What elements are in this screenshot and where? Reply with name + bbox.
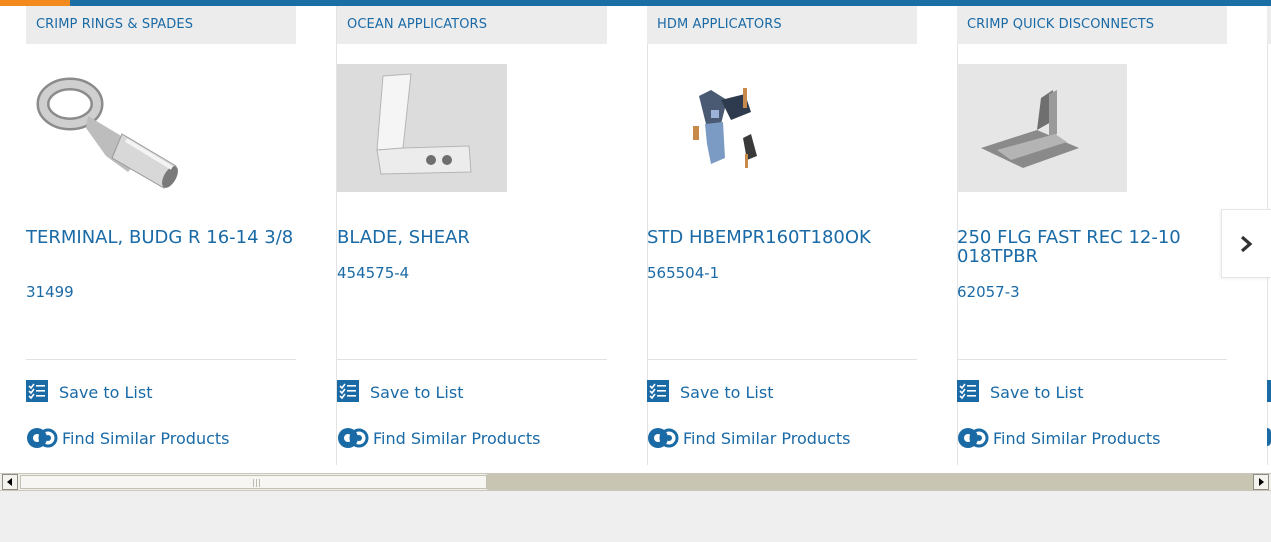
chevron-right-icon (1240, 235, 1253, 252)
divider (337, 359, 607, 360)
save-to-list-button[interactable]: Save to List (26, 380, 152, 404)
category-label-peek (1267, 6, 1271, 44)
save-to-list-button[interactable]: Save to List (647, 380, 773, 404)
category-label[interactable]: CRIMP QUICK DISCONNECTS (957, 6, 1227, 44)
gears-icon (648, 428, 679, 448)
product-card: CRIMP RINGS & SPADES TERMINAL, BUDG R 16… (26, 6, 337, 465)
save-to-list-button[interactable]: Save to List (957, 380, 1083, 404)
product-image-quick-disconnect[interactable] (957, 64, 1137, 192)
product-title[interactable]: 250 FLG FAST REC 12-10 018TPBR (957, 228, 1227, 266)
category-label[interactable]: HDM APPLICATORS (647, 6, 917, 44)
find-similar-button[interactable]: Find Similar Products (26, 426, 230, 450)
gears-icon (958, 428, 989, 448)
save-label: Save to List (990, 382, 1084, 402)
product-card: OCEAN APPLICATORS BLADE, SHEAR 454575-4 … (337, 6, 648, 465)
product-image-ring-terminal[interactable] (26, 64, 206, 192)
page-footer-area (0, 491, 1271, 542)
save-to-list-button[interactable]: Save to List (337, 380, 463, 404)
find-similar-button[interactable]: Find Similar Products (647, 426, 851, 450)
similar-label: Find Similar Products (993, 428, 1161, 448)
product-carousel: CRIMP RINGS & SPADES TERMINAL, BUDG R 16… (0, 6, 1271, 465)
find-similar-button[interactable]: Find Similar Products (337, 426, 541, 450)
checklist-icon (647, 380, 669, 402)
product-title[interactable]: STD HBEMPR160T180OK (647, 228, 917, 247)
save-label: Save to List (59, 382, 153, 402)
checklist-icon (957, 380, 979, 402)
category-label[interactable]: OCEAN APPLICATORS (337, 6, 607, 44)
category-label[interactable]: CRIMP RINGS & SPADES (26, 6, 296, 44)
find-similar-button[interactable]: Find Similar Products (957, 426, 1161, 450)
product-card: CRIMP QUICK DISCONNECTS 250 FLG FAST REC… (957, 6, 1268, 465)
similar-label: Find Similar Products (62, 428, 230, 448)
scroll-right-arrow-icon (1259, 478, 1264, 486)
scrollbar-track[interactable] (487, 474, 1253, 490)
part-number[interactable]: 62057-3 (957, 283, 1020, 301)
part-number[interactable]: 565504-1 (647, 264, 719, 282)
similar-label: Find Similar Products (373, 428, 541, 448)
part-number[interactable]: 31499 (26, 283, 74, 301)
product-image-shear-blade[interactable] (337, 64, 517, 192)
product-card: HDM APPLICATORS STD HBEMPR160T180OK 5655… (647, 6, 958, 465)
divider (647, 359, 917, 360)
gears-icon (27, 428, 58, 448)
product-title[interactable]: BLADE, SHEAR (337, 228, 607, 247)
scrollbar-thumb[interactable] (20, 475, 487, 489)
horizontal-scrollbar[interactable] (0, 473, 1271, 491)
product-title[interactable]: TERMINAL, BUDG R 16-14 3/8 (26, 228, 296, 247)
checklist-icon (26, 380, 48, 402)
checklist-icon (337, 380, 359, 402)
product-image-applicator[interactable] (647, 64, 827, 192)
save-label: Save to List (680, 382, 774, 402)
scroll-left-arrow-icon (7, 478, 12, 486)
grip-icon (253, 479, 260, 487)
similar-label: Find Similar Products (683, 428, 851, 448)
scroll-right-button[interactable] (1253, 474, 1269, 490)
divider (26, 359, 296, 360)
scroll-left-button[interactable] (2, 474, 18, 490)
save-label: Save to List (370, 382, 464, 402)
divider (957, 359, 1227, 360)
carousel-next-button[interactable] (1221, 209, 1271, 278)
part-number[interactable]: 454575-4 (337, 264, 409, 282)
gears-icon (338, 428, 369, 448)
gears-icon (1267, 428, 1271, 446)
checklist-icon (1267, 380, 1271, 402)
